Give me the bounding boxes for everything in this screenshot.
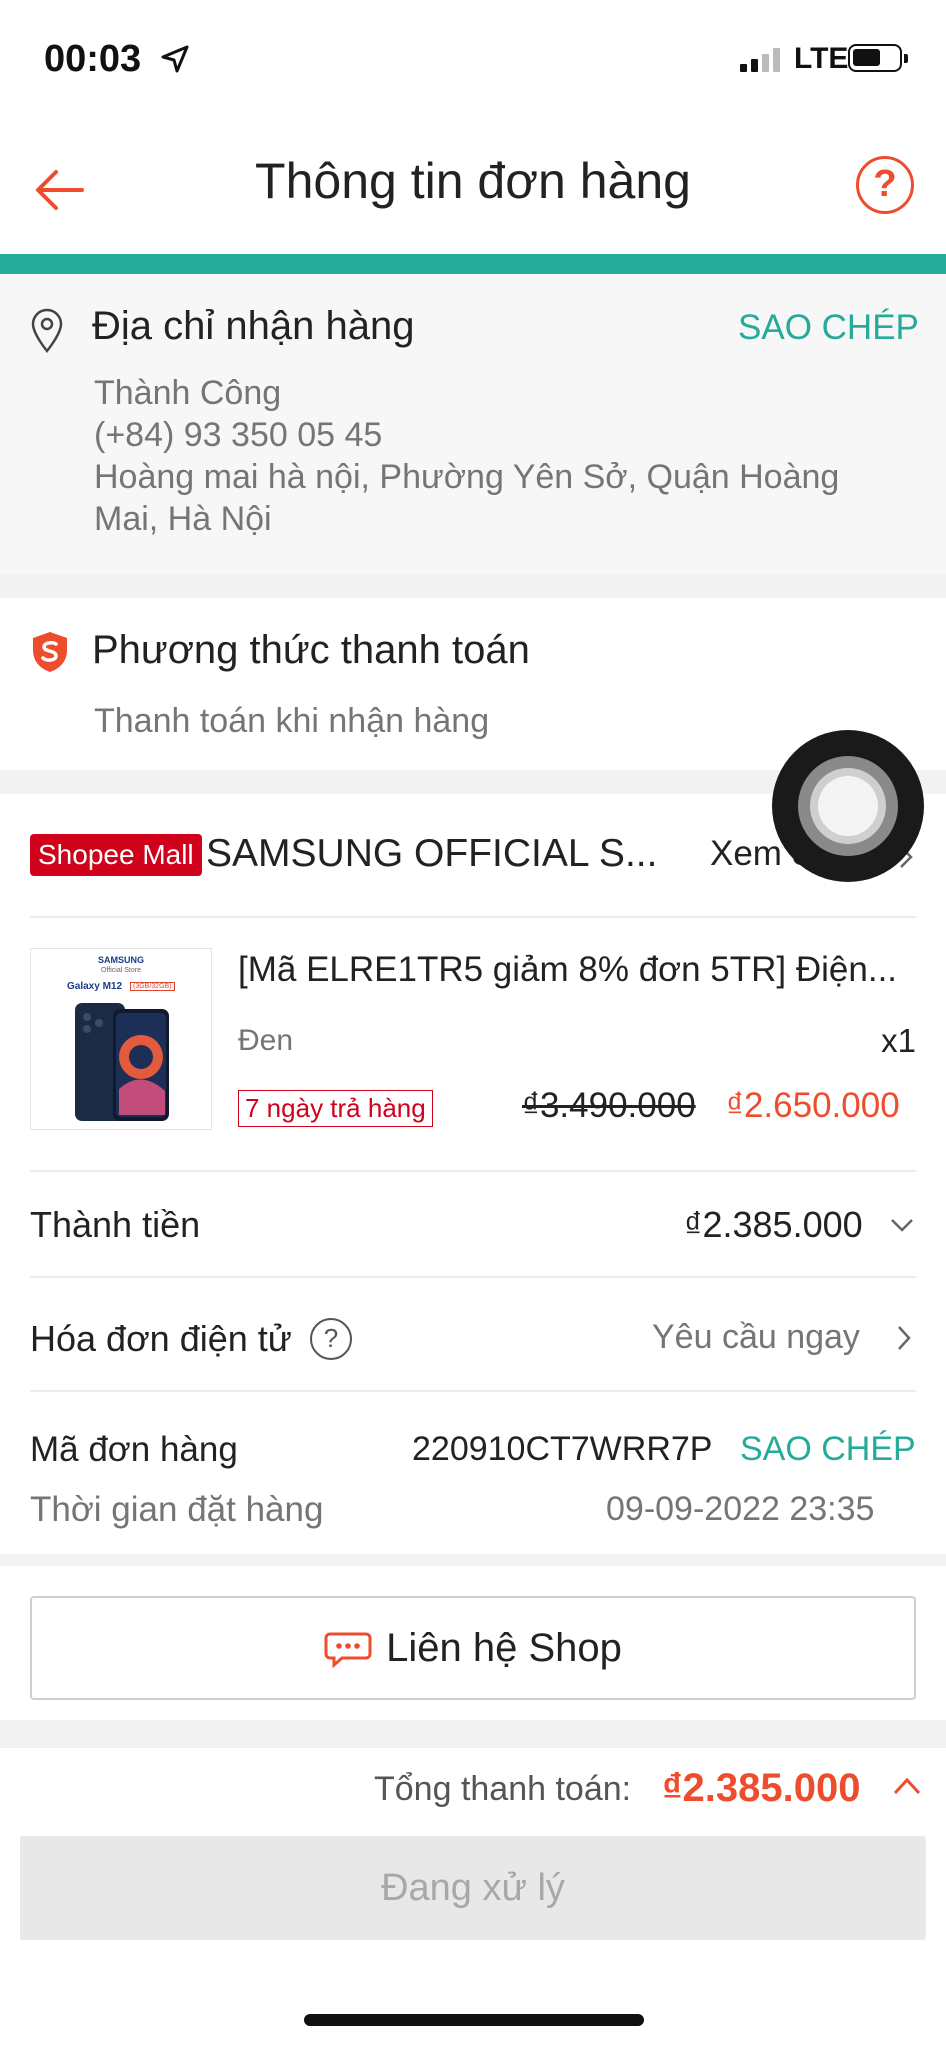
product-variant: Đen (238, 1024, 294, 1057)
page-header: Thông tin đơn hàng ? (0, 120, 946, 254)
payment-method-value: Thanh toán khi nhận hàng (94, 702, 490, 740)
location-pin-icon (31, 308, 63, 353)
phone-illustration (75, 1003, 169, 1121)
order-time-label: Thời gian đặt hàng (30, 1490, 324, 1529)
product-name[interactable]: [Mã ELRE1TR5 giảm 8% đơn 5TR] Điện... (238, 950, 918, 990)
page-title: Thông tin đơn hàng (255, 153, 691, 209)
shop-name[interactable]: SAMSUNG OFFICIAL S... (206, 832, 657, 876)
battery-icon (848, 44, 908, 72)
shopee-shield-icon (33, 632, 67, 672)
divider (0, 1720, 946, 1748)
total-payment-value: ₫2.385.000 (662, 1766, 861, 1810)
chevron-right-icon (898, 1326, 911, 1350)
assistive-touch-button[interactable] (772, 730, 924, 882)
divider (30, 1276, 916, 1278)
info-icon[interactable]: ? (310, 1318, 352, 1360)
shipping-address-section: Địa chỉ nhận hàng SAO CHÉP Thành Công (+… (0, 274, 946, 574)
e-invoice-request[interactable]: Yêu cầu ngay (652, 1318, 860, 1357)
contact-shop-button[interactable]: Liên hệ Shop (30, 1596, 916, 1700)
network-type: LTE (794, 42, 849, 75)
order-id-label: Mã đơn hàng (30, 1430, 238, 1469)
product-quantity: x1 (881, 1022, 916, 1059)
product-image[interactable]: SAMSUNG Official Store Galaxy M12 (3GB/3… (30, 948, 212, 1130)
sale-price: ₫2.650.000 (726, 1086, 900, 1125)
total-payment-label: Tổng thanh toán: (374, 1770, 632, 1808)
divider (30, 916, 916, 918)
processing-status-button[interactable]: Đang xử lý (20, 1836, 926, 1940)
divider (30, 1390, 916, 1392)
subtotal-label: Thành tiền (30, 1204, 201, 1245)
payment-title: Phương thức thanh toán (92, 628, 530, 672)
signal-strength-icon (740, 48, 780, 72)
order-id-value: 220910CT7WRR7P (412, 1430, 713, 1468)
contact-section: Liên hệ Shop (0, 1566, 946, 1720)
help-icon[interactable]: ? (856, 156, 914, 214)
copy-order-id-button[interactable]: SAO CHÉP (740, 1430, 916, 1469)
home-indicator[interactable] (304, 2014, 644, 2026)
chevron-up-icon[interactable] (892, 1776, 922, 1796)
contact-shop-label: Liên hệ Shop (386, 1625, 622, 1670)
status-banner (0, 254, 946, 274)
copy-address-button[interactable]: SAO CHÉP (738, 308, 919, 348)
address-line-2: Mai, Hà Nội (94, 500, 272, 538)
divider (0, 1554, 946, 1566)
chevron-down-icon (891, 1219, 913, 1232)
status-time: 00:03 (44, 38, 142, 80)
subtotal-value: ₫2.385.000 (684, 1204, 863, 1245)
shopee-mall-badge: Shopee Mall (30, 834, 202, 876)
recipient-name: Thành Công (94, 374, 282, 412)
chat-icon (324, 1632, 372, 1668)
divider (0, 574, 946, 598)
address-line-1: Hoàng mai hà nội, Phường Yên Sở, Quận Ho… (94, 458, 840, 496)
recipient-phone: (+84) 93 350 05 45 (94, 416, 383, 454)
status-bar: 00:03 LTE (0, 0, 946, 120)
order-footer: Tổng thanh toán: ₫2.385.000 Đang xử lý (0, 1748, 946, 2048)
e-invoice-label: Hóa đơn điện tử (30, 1318, 292, 1359)
divider (30, 1170, 916, 1172)
return-policy-badge: 7 ngày trả hàng (238, 1090, 433, 1127)
address-title: Địa chỉ nhận hàng (92, 304, 415, 348)
order-time-value: 09-09-2022 23:35 (606, 1490, 875, 1528)
order-items-section: Shopee Mall SAMSUNG OFFICIAL S... Xem Sh… (0, 794, 946, 1554)
location-arrow-icon (161, 45, 189, 73)
original-price: ₫3.490.000 (522, 1086, 696, 1125)
